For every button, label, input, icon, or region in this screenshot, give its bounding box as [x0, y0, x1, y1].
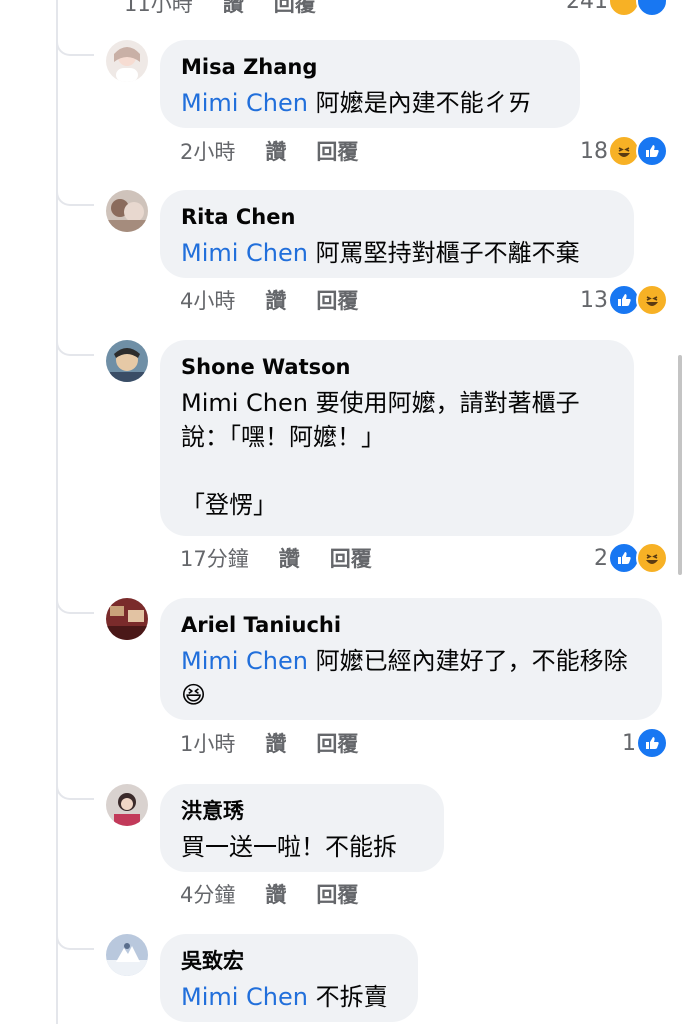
like-reaction-icon [636, 135, 668, 167]
comment-meta: 1小時 讚 回覆 [180, 728, 358, 758]
thread-line [56, 0, 58, 1024]
avatar[interactable] [106, 784, 148, 826]
comment-time: 17分鐘 [180, 547, 249, 571]
like-action[interactable]: 讚 [265, 285, 286, 315]
comment-bubble: 吳致宏 Mimi Chen 不拆賣 [160, 934, 418, 1022]
like-action[interactable]: 讚 [223, 0, 244, 18]
thread-branch [56, 334, 94, 356]
reaction-count: 2 [594, 545, 608, 571]
reply-action[interactable]: 回覆 [330, 543, 372, 573]
mention-link[interactable]: Mimi Chen [181, 89, 308, 117]
comment-author[interactable]: 吳致宏 [181, 948, 396, 974]
comment-time: 4小時 [180, 289, 236, 313]
avatar[interactable] [106, 598, 148, 640]
comment-text: 買一送一啦！不能拆 [181, 833, 397, 861]
comment-text: Mimi Chen 阿罵堅持對櫃子不離不棄 [181, 236, 612, 270]
comment-time: 11小時 [124, 0, 193, 16]
comment-body: 不拆賣 [308, 983, 388, 1011]
mention-link[interactable]: Mimi Chen [181, 239, 308, 267]
like-action[interactable]: 讚 [279, 543, 300, 573]
comment-bubble: 洪意琇 買一送一啦！不能拆 [160, 784, 444, 872]
reaction-count: 13 [580, 287, 608, 313]
comment-time: 2小時 [180, 140, 236, 164]
reaction-count: 241 [566, 0, 608, 14]
reply-action[interactable]: 回覆 [316, 879, 358, 909]
reply-action[interactable]: 回覆 [316, 285, 358, 315]
reaction-count: 1 [622, 730, 636, 756]
comment-time: 1小時 [180, 732, 236, 756]
comment-text: Mimi Chen 阿嬤已經內建好了，不能移除😆 [181, 644, 640, 712]
like-action[interactable]: 讚 [265, 136, 286, 166]
comment-reactions[interactable]: 13 [580, 284, 668, 316]
comment-time: 4分鐘 [180, 883, 236, 907]
thread-branch [56, 778, 94, 800]
comment-reactions[interactable]: 2 [594, 542, 668, 574]
haha-reaction-icon [636, 542, 668, 574]
comment-reactions[interactable]: 1 [622, 727, 668, 759]
comment-meta: 4分鐘 讚 回覆 [180, 879, 358, 909]
scrollbar[interactable] [678, 355, 682, 575]
like-reaction-icon [636, 0, 668, 17]
comment-meta: 17分鐘 讚 回覆 [180, 543, 372, 573]
thread-branch [56, 184, 94, 206]
comment-meta: 2小時 讚 回覆 [180, 136, 358, 166]
thread-branch [56, 928, 94, 950]
like-action[interactable]: 讚 [265, 728, 286, 758]
avatar[interactable] [106, 190, 148, 232]
comment-author[interactable]: Shone Watson [181, 354, 612, 380]
comment-bubble: Misa Zhang Mimi Chen 阿嬤是內建不能ㄔㄞ [160, 40, 580, 128]
comment-body: 阿罵堅持對櫃子不離不棄 [308, 239, 580, 267]
avatar[interactable] [106, 934, 148, 976]
mention-link[interactable]: Mimi Chen [181, 983, 308, 1011]
reply-action[interactable]: 回覆 [274, 0, 316, 18]
haha-reaction-icon [636, 284, 668, 316]
reaction-count: 18 [580, 138, 608, 164]
comment-reactions[interactable]: 18 [580, 135, 668, 167]
comment-bubble: Ariel Taniuchi Mimi Chen 阿嬤已經內建好了，不能移除😆 [160, 598, 662, 720]
comment-meta: 4小時 讚 回覆 [180, 285, 358, 315]
comment-text: Mimi Chen 阿嬤是內建不能ㄔㄞ [181, 86, 558, 120]
reply-action[interactable]: 回覆 [316, 136, 358, 166]
comment-author[interactable]: Misa Zhang [181, 54, 558, 80]
comment-body: 阿嬤是內建不能ㄔㄞ [308, 89, 532, 117]
comment-bubble: Rita Chen Mimi Chen 阿罵堅持對櫃子不離不棄 [160, 190, 634, 278]
reply-action[interactable]: 回覆 [316, 728, 358, 758]
comment-author[interactable]: 洪意琇 [181, 798, 422, 824]
thread-branch [56, 34, 94, 56]
comment-text: Mimi Chen 要使用阿嬤，請對著櫃子說：「嘿！阿嬤！」 「登愣」 [181, 389, 580, 519]
like-reaction-icon [636, 727, 668, 759]
avatar[interactable] [106, 340, 148, 382]
like-action[interactable]: 讚 [265, 879, 286, 909]
comment-author[interactable]: Rita Chen [181, 204, 612, 230]
partial-comment-meta: 11小時 讚 回覆 [124, 0, 316, 18]
comment-author[interactable]: Ariel Taniuchi [181, 612, 640, 638]
avatar[interactable] [106, 40, 148, 82]
comment-text: Mimi Chen 不拆賣 [181, 980, 396, 1014]
comment-bubble: Shone Watson Mimi Chen 要使用阿嬤，請對著櫃子說：「嘿！阿… [160, 340, 634, 536]
thread-branch [56, 592, 94, 614]
mention-link[interactable]: Mimi Chen [181, 647, 308, 675]
partial-reactions[interactable]: 241 [566, 0, 668, 17]
